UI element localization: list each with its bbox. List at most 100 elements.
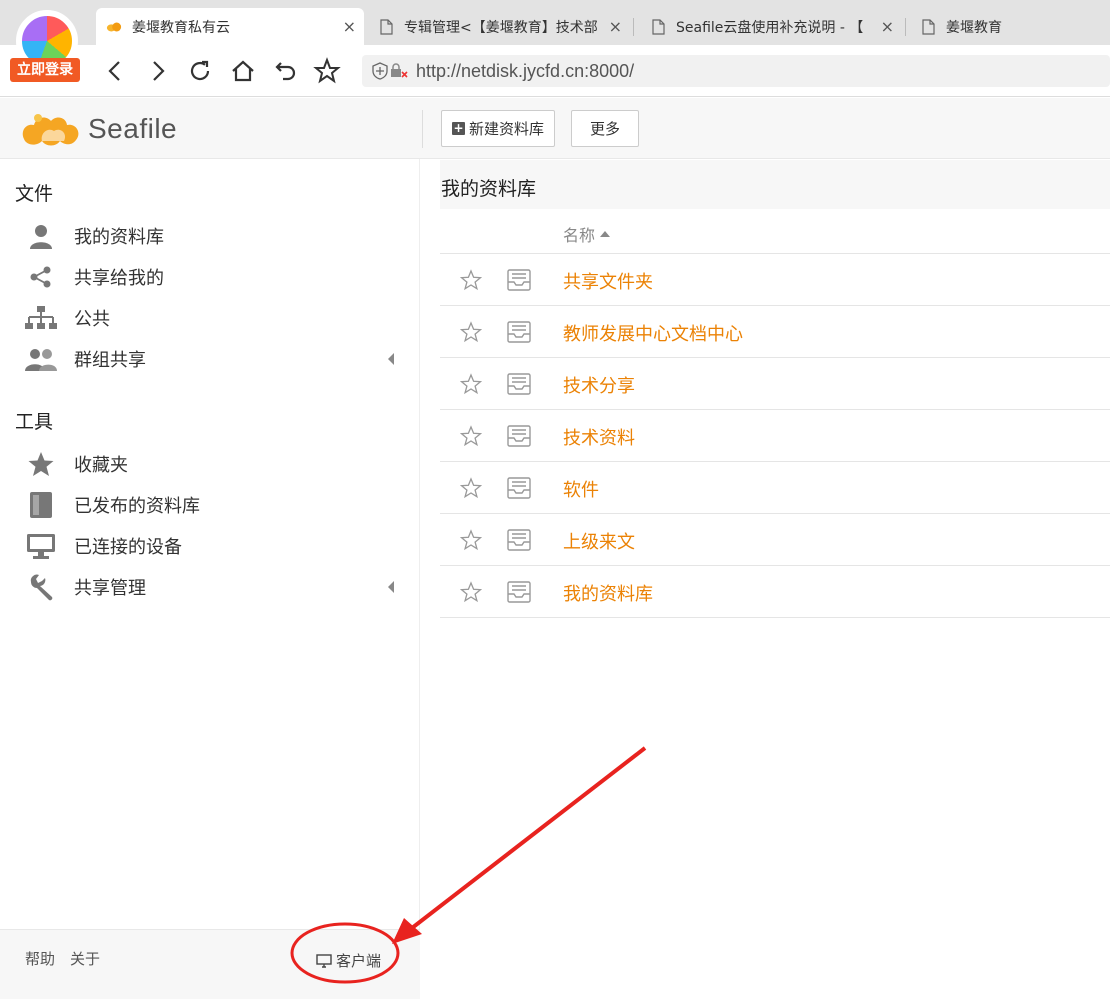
logo-text: Seafile <box>88 113 178 144</box>
table-row[interactable]: 上级来文 <box>440 514 1110 566</box>
sort-ascending-icon <box>600 231 611 237</box>
page-icon <box>650 18 666 35</box>
user-icon <box>24 221 58 251</box>
expand-caret-icon[interactable] <box>388 581 394 593</box>
header-divider <box>422 110 423 148</box>
client-link-label: 客户端 <box>336 952 382 970</box>
table-header: 名称 <box>440 209 1110 254</box>
library-icon <box>507 529 531 551</box>
more-label: 更多 <box>589 120 620 138</box>
star-outline-icon[interactable] <box>460 321 482 343</box>
library-name-link[interactable]: 我的资料库 <box>563 580 653 606</box>
library-icon <box>507 425 531 447</box>
library-name-link[interactable]: 上级来文 <box>563 528 635 554</box>
help-link[interactable]: 帮助 <box>25 948 55 969</box>
monitor-icon <box>24 531 58 561</box>
star-outline-icon[interactable] <box>460 269 482 291</box>
tab-seafile-guide[interactable]: Seafile云盘使用补充说明 - 【 × <box>640 8 902 45</box>
sidebar-item-my-libraries[interactable]: 我的资料库 <box>24 217 404 255</box>
sidebar-item-groups[interactable]: 群组共享 <box>24 340 404 378</box>
seafile-logo-icon <box>22 114 79 146</box>
star-icon <box>24 449 58 479</box>
annotation-arrow-icon <box>410 746 647 930</box>
tab-close-icon[interactable]: × <box>343 17 356 36</box>
tab-title: Seafile云盘使用补充说明 - 【 <box>676 19 864 36</box>
group-icon <box>24 344 58 374</box>
sidebar-item-favorites[interactable]: 收藏夹 <box>24 445 404 483</box>
sidebar-item-label: 已连接的设备 <box>74 537 182 558</box>
share-icon <box>24 262 58 292</box>
tab-title: 姜堰教育 <box>946 19 1002 36</box>
tab-close-icon[interactable]: × <box>881 17 894 36</box>
sidebar-item-label: 公共 <box>74 309 110 330</box>
library-icon <box>507 477 531 499</box>
more-button[interactable]: 更多 <box>571 110 639 147</box>
star-outline-icon[interactable] <box>460 529 482 551</box>
sidebar-item-label: 已发布的资料库 <box>74 496 200 517</box>
library-icon <box>507 321 531 343</box>
about-link[interactable]: 关于 <box>70 948 100 969</box>
star-outline-icon[interactable] <box>460 581 482 603</box>
table-row[interactable]: 我的资料库 <box>440 566 1110 618</box>
expand-caret-icon[interactable] <box>388 353 394 365</box>
column-name-header[interactable]: 名称 <box>563 222 611 246</box>
library-icon <box>507 373 531 395</box>
tab-jiangyan-cloud[interactable]: 姜堰教育私有云 × <box>96 8 364 45</box>
sidebar-item-label: 共享给我的 <box>74 268 164 289</box>
plus-icon: + <box>452 121 465 135</box>
tab-separator <box>905 18 906 36</box>
sidebar-item-public[interactable]: 公共 <box>24 299 404 337</box>
sidebar-item-share-admin[interactable]: 共享管理 <box>24 568 404 606</box>
star-outline-icon[interactable] <box>460 477 482 499</box>
sidebar-item-label: 我的资料库 <box>74 227 164 248</box>
tab-album-management[interactable]: 专辑管理<【姜堰教育】技术部 × <box>368 8 630 45</box>
tab-close-icon[interactable]: × <box>609 17 622 36</box>
library-name-link[interactable]: 技术资料 <box>563 424 635 450</box>
table-row[interactable]: 技术分享 <box>440 358 1110 410</box>
table-row[interactable]: 软件 <box>440 462 1110 514</box>
library-name-link[interactable]: 技术分享 <box>563 372 635 398</box>
login-badge[interactable]: 立即登录 <box>10 58 80 82</box>
seafile-favicon-icon <box>106 19 122 35</box>
address-bar[interactable]: http://netdisk.jycfd.cn:8000/ <box>362 55 1110 87</box>
new-library-label: 新建资料库 <box>469 120 545 138</box>
site-security-icon[interactable] <box>372 62 412 80</box>
sidebar-item-shared-with-me[interactable]: 共享给我的 <box>24 258 404 296</box>
client-link[interactable]: 客户端 <box>316 950 381 971</box>
column-name-label: 名称 <box>563 226 596 245</box>
back-icon[interactable] <box>99 55 131 87</box>
sidebar-item-label: 收藏夹 <box>74 455 128 476</box>
tab-separator <box>633 18 634 36</box>
page-title: 我的资料库 <box>441 178 537 200</box>
library-icon <box>507 269 531 291</box>
desktop-icon <box>316 953 332 968</box>
url-text[interactable]: http://netdisk.jycfd.cn:8000/ <box>416 61 634 82</box>
sidebar-item-published-libraries[interactable]: 已发布的资料库 <box>24 486 404 524</box>
seafile-logo[interactable]: Seafile <box>20 108 177 150</box>
library-name-link[interactable]: 共享文件夹 <box>563 268 653 294</box>
browser-logo[interactable]: 立即登录 <box>10 8 80 84</box>
tab-jiangyan-education[interactable]: 姜堰教育 <box>910 8 1110 45</box>
sidebar-item-linked-devices[interactable]: 已连接的设备 <box>24 527 404 565</box>
bookmark-star-icon[interactable] <box>311 55 343 87</box>
star-outline-icon[interactable] <box>460 373 482 395</box>
library-name-link[interactable]: 教师发展中心文档中心 <box>563 320 743 346</box>
star-outline-icon[interactable] <box>460 425 482 447</box>
undo-icon[interactable] <box>270 55 302 87</box>
sidebar-files-title: 文件 <box>15 183 54 205</box>
table-row[interactable]: 共享文件夹 <box>440 254 1110 306</box>
home-icon[interactable] <box>227 55 259 87</box>
library-table: 名称 共享文件夹 教师发展中心文档中心 技术分享 技术资料 软件 上级来文 我的… <box>440 209 1110 618</box>
sidebar-item-label: 群组共享 <box>74 350 146 371</box>
wrench-icon <box>24 572 58 602</box>
sidebar-tools-title: 工具 <box>15 411 54 433</box>
reload-icon[interactable] <box>184 55 216 87</box>
page-icon <box>378 18 394 35</box>
table-row[interactable]: 技术资料 <box>440 410 1110 462</box>
browser-toolbar: http://netdisk.jycfd.cn:8000/ <box>0 45 1110 97</box>
library-name-link[interactable]: 软件 <box>563 476 599 502</box>
new-library-button[interactable]: + 新建资料库 <box>441 110 556 147</box>
forward-icon[interactable] <box>142 55 174 87</box>
library-icon <box>507 581 531 603</box>
table-row[interactable]: 教师发展中心文档中心 <box>440 306 1110 358</box>
